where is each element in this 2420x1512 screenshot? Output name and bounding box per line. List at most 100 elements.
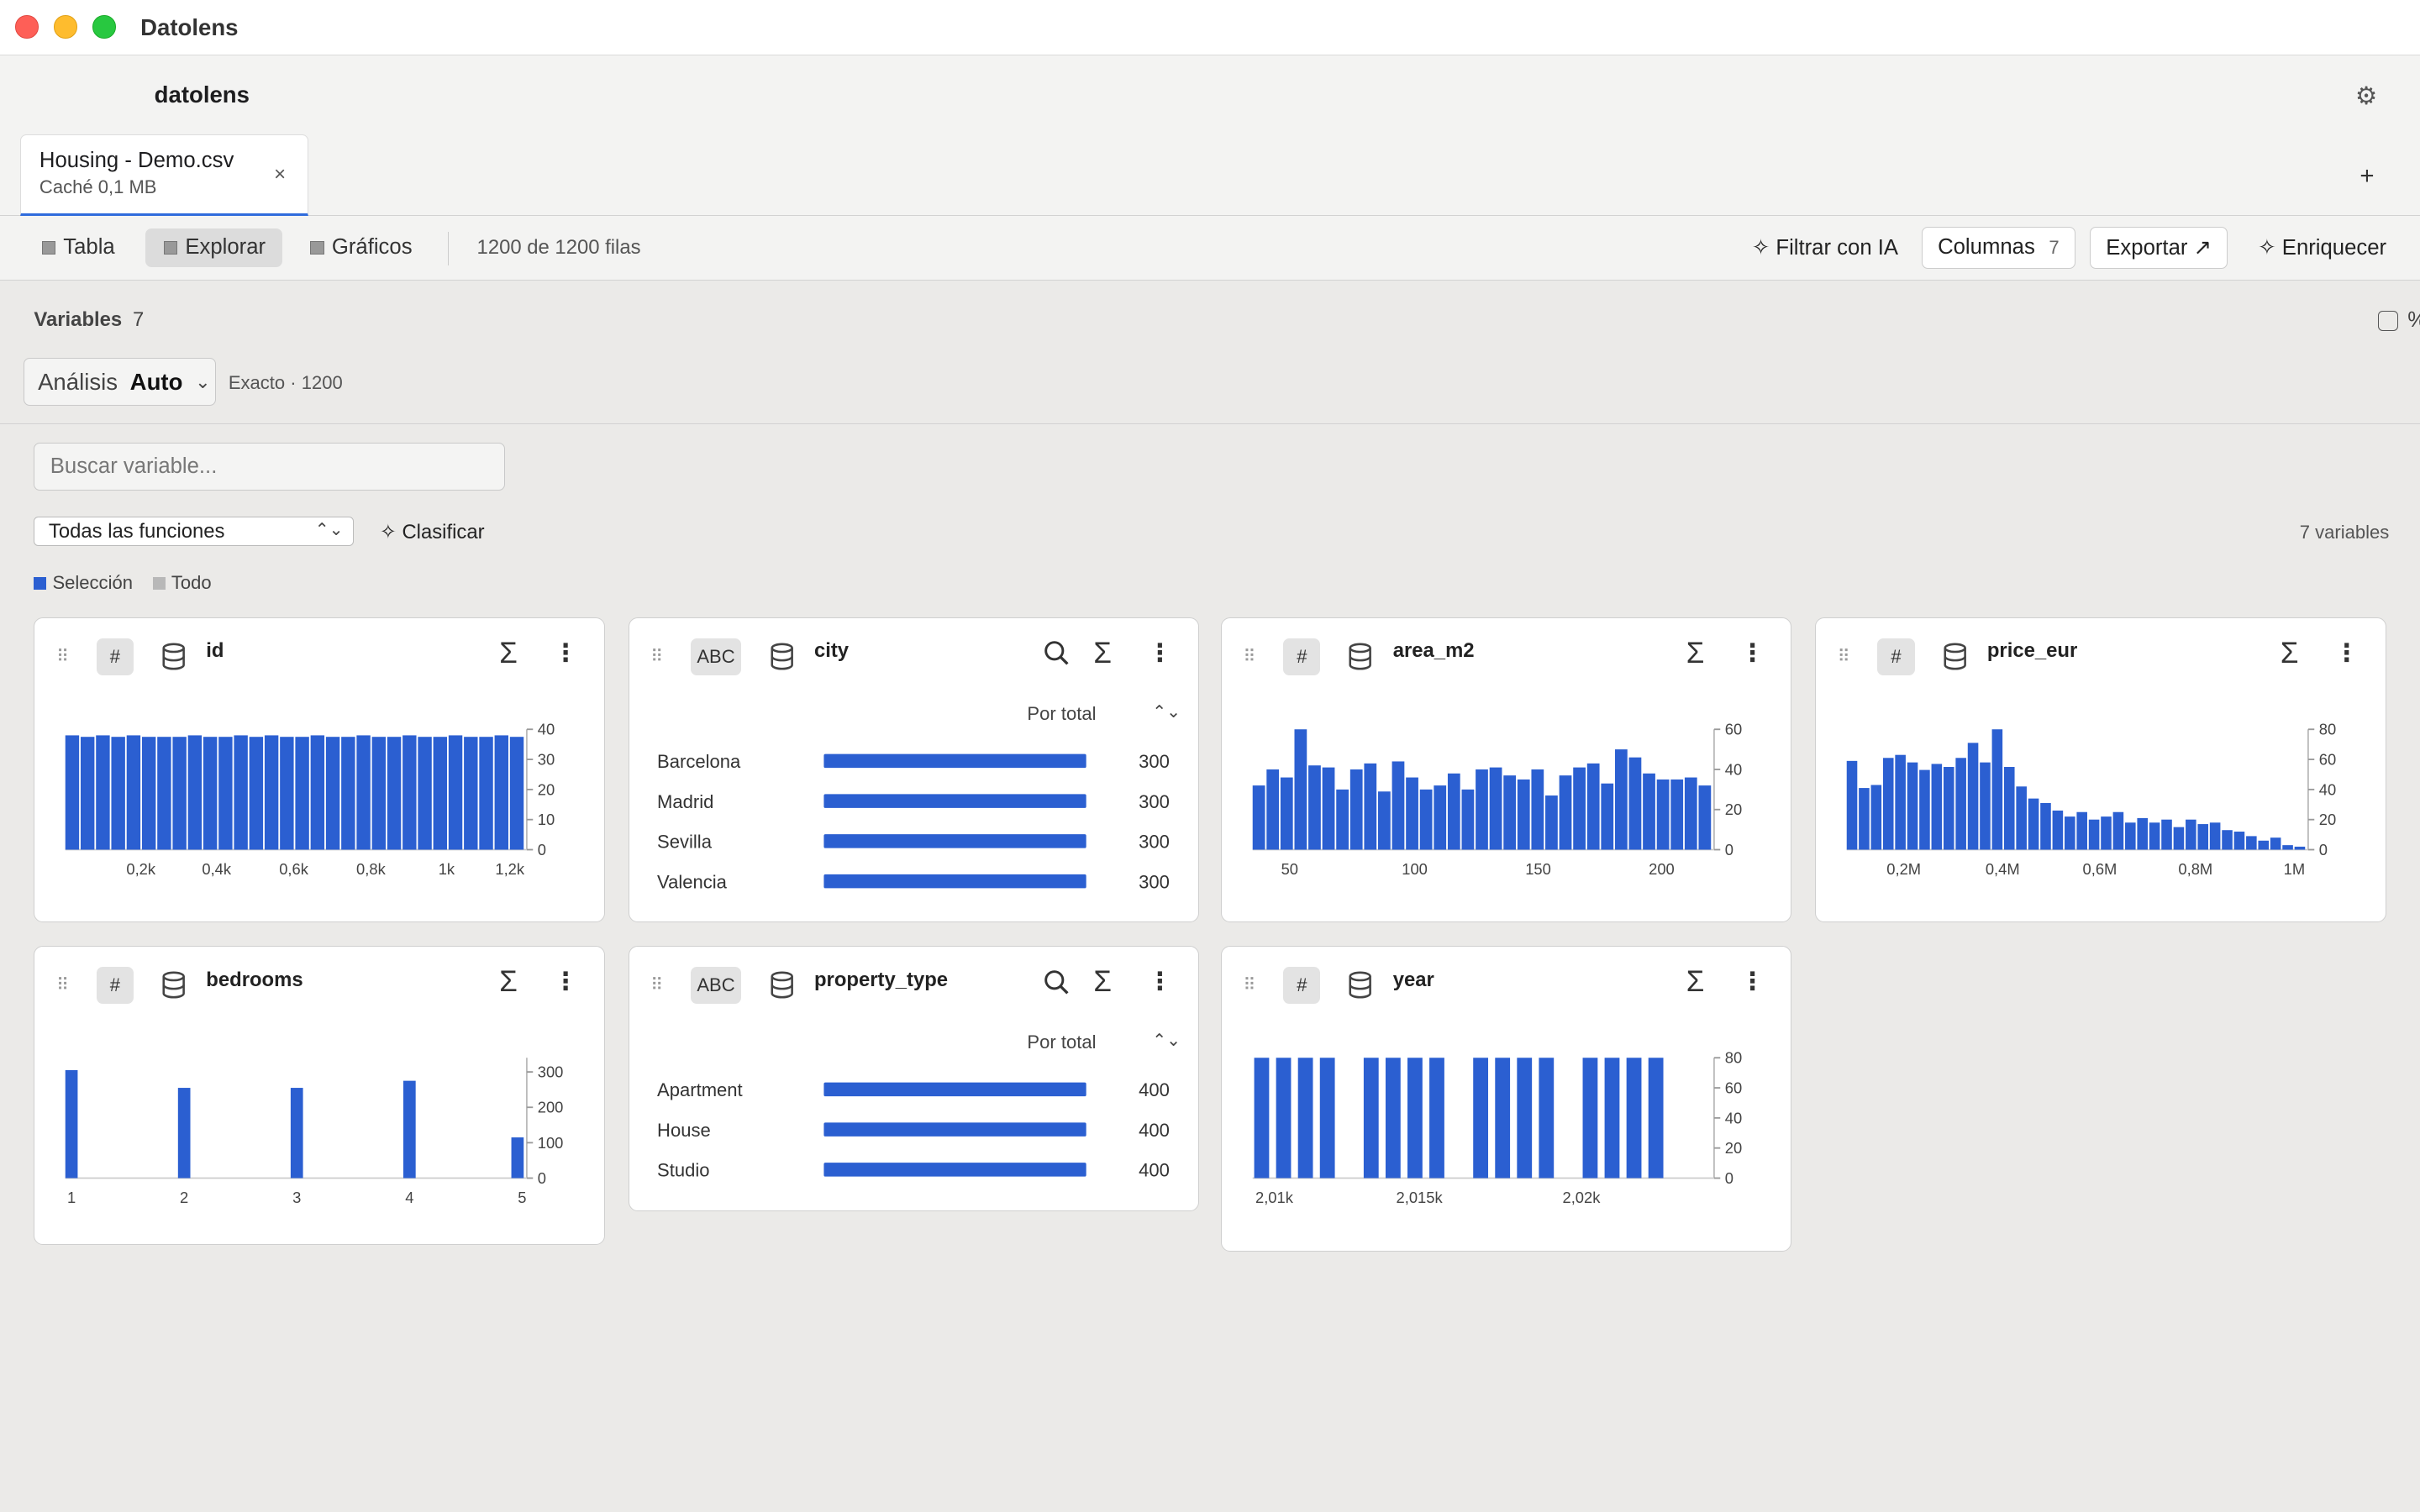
histogram-bar [295, 736, 310, 850]
histogram-bar [81, 736, 95, 850]
category-bar [823, 1163, 1086, 1177]
updown-chevron-icon: ⌃⌄ [314, 521, 344, 540]
percent-toggle[interactable]: % [2378, 308, 2420, 333]
category-bar [823, 833, 1086, 848]
legend-swatch-all [152, 577, 166, 590]
histogram-bar [66, 735, 80, 850]
histogram-bar [1586, 763, 1600, 850]
x-tick-label: 3 [293, 1189, 302, 1206]
histogram-bar [291, 1087, 303, 1179]
category-label: Barcelona [657, 751, 741, 772]
minimize-window-button[interactable] [54, 15, 77, 39]
histogram-bar [1489, 767, 1502, 850]
y-tick-label: 20 [2319, 811, 2336, 828]
variables-bar: Variables 7 % Análisis Auto ⌄ Exacto · 1200 [0, 281, 2420, 425]
histogram-bar [2101, 816, 2112, 850]
analysis-dropdown[interactable]: Análisis Auto ⌄ [23, 358, 217, 407]
analysis-mode-info: Exacto · 1200 [228, 371, 343, 393]
chart-legend: Selección Todo [34, 572, 212, 594]
histogram-bar [1495, 1058, 1510, 1179]
percent-label: % [2407, 308, 2420, 333]
y-tick-label: 200 [538, 1099, 564, 1116]
histogram-bar [2064, 816, 2075, 850]
sort-select[interactable]: Por total [1027, 1032, 1096, 1053]
histogram-bar [2246, 836, 2257, 850]
histogram-bar [1363, 1058, 1379, 1179]
close-tab-icon[interactable]: × [274, 163, 286, 186]
histogram-bar [2040, 802, 2051, 850]
histogram-bar [510, 736, 524, 850]
histogram-bar [1919, 769, 1930, 850]
zoom-window-button[interactable] [92, 15, 116, 39]
x-tick-label: 2,02k [1562, 1189, 1601, 1206]
histogram-bar [1434, 785, 1446, 850]
explore-icon [163, 240, 178, 255]
histogram-bar [2028, 798, 2039, 850]
y-tick-label: 10 [538, 811, 555, 828]
app-header: datolens ⚙ Housing - Demo.csv Caché 0,1 … [0, 55, 2420, 217]
tab-explorar[interactable]: Explorar [145, 228, 283, 267]
x-tick-label: 50 [1281, 860, 1297, 878]
search-variable-input[interactable] [34, 443, 505, 491]
x-tick-label: 0,6k [280, 860, 310, 878]
histogram-bar [1280, 777, 1293, 850]
histogram-bar [1698, 785, 1712, 850]
y-tick-label: 0 [1725, 1169, 1733, 1187]
percent-checkbox[interactable] [2378, 310, 2399, 331]
histogram-bar [218, 736, 233, 850]
histogram-bar [127, 735, 141, 850]
histogram-bar [111, 736, 126, 850]
histogram-bar [1475, 769, 1488, 850]
chart-property_type: Apartment 400 House 400 Studio 400 [657, 1079, 1170, 1181]
file-tab[interactable]: Housing - Demo.csv Caché 0,1 MB × [19, 134, 309, 217]
histogram-bar [1419, 789, 1433, 850]
enrich-button[interactable]: ✧ Enriquecer [2258, 227, 2386, 269]
histogram-bar [172, 736, 187, 850]
histogram-bar [1626, 1058, 1642, 1179]
x-tick-label: 0,2k [127, 860, 157, 878]
tab-graficos[interactable]: Gráficos [292, 228, 429, 267]
histogram-bar [1266, 769, 1279, 850]
y-tick-label: 0 [538, 1169, 546, 1187]
histogram-bar [1582, 1058, 1598, 1179]
histogram-bar [142, 736, 156, 850]
tab-tabla[interactable]: Tabla [24, 228, 132, 267]
x-tick-label: 150 [1525, 860, 1551, 878]
variables-count: 7 [133, 308, 145, 332]
x-tick-label: 0,4M [1986, 860, 2020, 878]
tab-tabla-label: Tabla [63, 235, 115, 260]
category-value: 400 [1139, 1160, 1170, 1181]
x-tick-label: 2 [180, 1189, 188, 1206]
filter-ai-button[interactable]: ✧ Filtrar con IA [1752, 227, 1898, 269]
histogram-bar [1870, 785, 1882, 850]
variable-card-id: ⠿ # id Σ ⋮ 0 10 20 30 40 0,2k 0,4k 0,6k 0,8k 1k 1,2k [34, 617, 605, 923]
y-tick-label: 0 [538, 841, 546, 858]
gear-icon[interactable]: ⚙ [2355, 81, 2377, 111]
columns-button[interactable]: Columnas 7 [1921, 226, 2075, 269]
histogram-bar [1967, 743, 1979, 850]
histogram-bar [178, 1087, 191, 1179]
y-tick-label: 60 [1725, 720, 1742, 738]
sort-select[interactable]: Por total [1027, 703, 1096, 725]
histogram-bar [2197, 823, 2208, 850]
histogram-bar [1252, 785, 1265, 850]
histogram-bar [1559, 774, 1572, 850]
classify-button[interactable]: ✧ Clasificar [380, 520, 485, 544]
histogram-bar [1991, 728, 2003, 850]
legend-selection: Selección [52, 572, 133, 594]
export-button[interactable]: Exportar ↗ [2089, 226, 2228, 269]
histogram-bar [2088, 819, 2100, 850]
chart-bedrooms: 0 100 200 300 1 2 3 4 5 [66, 1058, 564, 1206]
function-select[interactable]: Todas las funciones ⌃⌄ [34, 517, 354, 547]
y-tick-label: 40 [2319, 780, 2336, 798]
histogram-bar [1642, 773, 1655, 850]
category-label: Apartment [657, 1079, 743, 1100]
columns-count: 7 [2049, 236, 2060, 258]
y-tick-label: 0 [2319, 841, 2328, 858]
variable-card-city: ⠿ ABC city Σ ⋮ Barcelona 300 Madrid 300 Sevilla 30… [628, 617, 1200, 923]
close-window-button[interactable] [15, 15, 39, 39]
add-tab-button[interactable]: + [2360, 162, 2374, 191]
histogram-bar [2125, 822, 2136, 850]
histogram-bar [2258, 840, 2270, 850]
histogram-bar [1943, 766, 1954, 850]
